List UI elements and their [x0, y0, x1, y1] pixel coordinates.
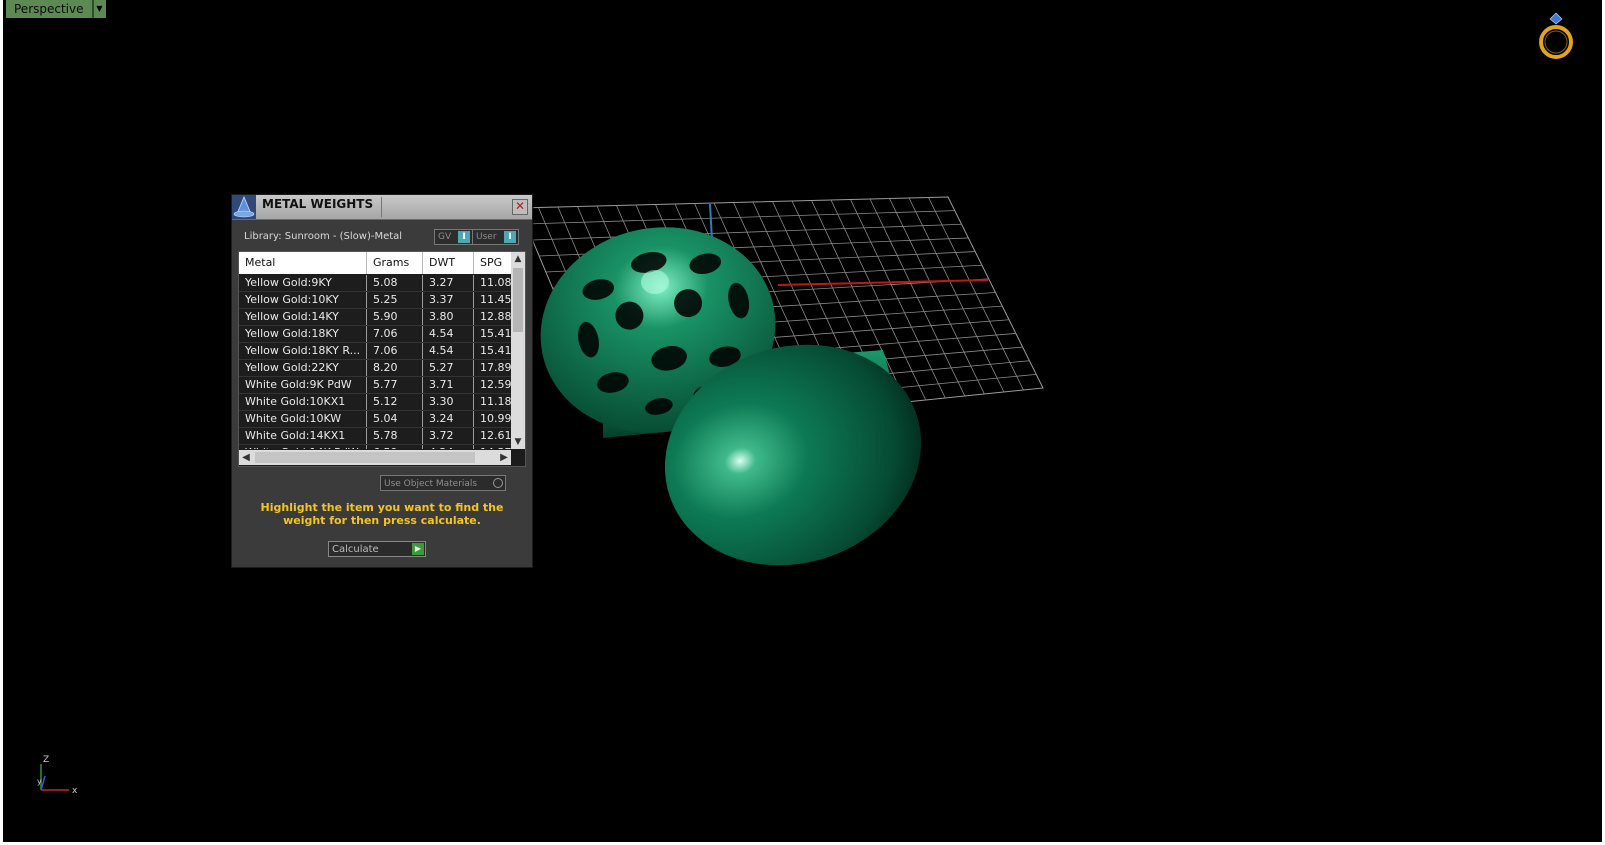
cell-spg: 12.59 — [474, 377, 511, 393]
cell-grams: 5.78 — [367, 428, 423, 444]
scroll-right-icon[interactable]: ▶ — [497, 450, 511, 465]
cell-grams: 5.77 — [367, 377, 423, 393]
cell-dwt: 3.30 — [423, 394, 474, 410]
table-row[interactable]: White Gold:14KX1 5.78 3.72 12.61 — [239, 428, 511, 445]
cell-dwt: 4.24 — [423, 445, 474, 449]
cell-metal: White Gold:14K PdW — [239, 445, 367, 449]
radio-icon[interactable] — [493, 478, 503, 488]
axis-x-label: x — [72, 786, 78, 796]
cell-grams: 7.06 — [367, 326, 423, 342]
metal-weights-dialog[interactable]: METAL WEIGHTS ✕ Library: Sunroom - (Slow… — [231, 194, 533, 568]
table-header: Metal Grams DWT SPG — [239, 252, 511, 274]
user-toggle-label: User — [476, 232, 497, 242]
horizontal-scroll-thumb[interactable] — [255, 452, 475, 463]
cell-metal: Yellow Gold:22KY — [239, 360, 367, 376]
cell-grams: 5.04 — [367, 411, 423, 427]
cell-metal: Yellow Gold:18KY — [239, 326, 367, 342]
table-row[interactable]: Yellow Gold:18KY R... 7.06 4.54 15.41 — [239, 343, 511, 360]
cell-metal: Yellow Gold:10KY — [239, 292, 367, 308]
column-header-spg[interactable]: SPG — [474, 252, 511, 274]
calculate-label: Calculate — [332, 544, 379, 555]
cell-grams: 5.25 — [367, 292, 423, 308]
3d-viewport[interactable]: Perspective ▼ Z y x METAL WEIGHTS ✕ Libr… — [3, 0, 1602, 842]
gv-toggle-label: GV — [438, 232, 452, 242]
gv-toggle-knob[interactable]: I — [458, 231, 470, 243]
scroll-down-icon[interactable]: ▼ — [511, 435, 525, 449]
cell-spg: 15.41 — [474, 343, 511, 359]
cell-metal: Yellow Gold:9KY — [239, 275, 367, 291]
table-row[interactable]: Yellow Gold:18KY 7.06 4.54 15.41 — [239, 326, 511, 343]
axis-triad-icon: Z y x — [37, 755, 78, 796]
gv-toggle[interactable]: GV I — [434, 229, 473, 245]
cell-grams: 5.08 — [367, 275, 423, 291]
grid-line — [525, 210, 955, 225]
cell-metal: Yellow Gold:14KY — [239, 309, 367, 325]
cell-metal: White Gold:14KX1 — [239, 428, 367, 444]
column-header-grams[interactable]: Grams — [367, 252, 423, 274]
cell-grams: 8.20 — [367, 360, 423, 376]
cell-spg: 11.45 — [474, 292, 511, 308]
cell-dwt: 3.72 — [423, 428, 474, 444]
user-toggle[interactable]: User I — [472, 229, 519, 245]
calculate-button[interactable]: Calculate ▶ — [328, 541, 426, 557]
cell-grams: 5.12 — [367, 394, 423, 410]
table-row[interactable]: White Gold:9K PdW 5.77 3.71 12.59 — [239, 377, 511, 394]
cell-grams: 6.59 — [367, 445, 423, 449]
instruction-text: Highlight the item you want to find the … — [260, 501, 504, 527]
table-row[interactable]: White Gold:14K PdW6.594.2414.37 — [239, 445, 511, 449]
horizontal-scrollbar[interactable]: ◀ ▶ — [239, 450, 511, 465]
cell-dwt: 5.27 — [423, 360, 474, 376]
ring-icon[interactable] — [1534, 10, 1578, 60]
cell-dwt: 3.27 — [423, 275, 474, 291]
cell-spg: 14.37 — [474, 445, 511, 449]
cell-spg: 12.61 — [474, 428, 511, 444]
cell-metal: White Gold:10KW — [239, 411, 367, 427]
table-row[interactable]: White Gold:10KW 5.04 3.24 10.99 — [239, 411, 511, 428]
axis-z-label: Z — [43, 755, 49, 765]
cell-metal: Yellow Gold:18KY R... — [239, 343, 367, 359]
cell-spg: 11.18 — [474, 394, 511, 410]
cell-spg: 17.89 — [474, 360, 511, 376]
cell-spg: 12.88 — [474, 309, 511, 325]
cell-grams: 5.90 — [367, 309, 423, 325]
table-row[interactable]: Yellow Gold:9KY 5.08 3.27 11.08 — [239, 275, 511, 292]
metal-table[interactable]: Metal Grams DWT SPG Yellow Gold:9KY 5.08 3… — [238, 251, 526, 467]
cell-dwt: 3.24 — [423, 411, 474, 427]
cell-dwt: 4.54 — [423, 326, 474, 342]
titlebar-divider — [381, 197, 382, 217]
scroll-left-icon[interactable]: ◀ — [239, 450, 253, 465]
cell-spg: 15.41 — [474, 326, 511, 342]
cell-spg: 10.99 — [474, 411, 511, 427]
column-header-dwt[interactable]: DWT — [423, 252, 474, 274]
cell-dwt: 4.54 — [423, 343, 474, 359]
wizard-hat-icon — [232, 195, 256, 219]
cell-dwt: 3.80 — [423, 309, 474, 325]
table-row[interactable]: White Gold:10KX1 5.12 3.30 11.18 — [239, 394, 511, 411]
table-row[interactable]: Yellow Gold:22KY 8.20 5.27 17.89 — [239, 360, 511, 377]
play-icon[interactable]: ▶ — [412, 543, 424, 555]
cell-metal: White Gold:9K PdW — [239, 377, 367, 393]
dialog-titlebar[interactable]: METAL WEIGHTS ✕ — [232, 195, 532, 220]
cell-grams: 7.06 — [367, 343, 423, 359]
user-toggle-knob[interactable]: I — [504, 231, 516, 243]
table-row[interactable]: Yellow Gold:10KY 5.25 3.37 11.45 — [239, 292, 511, 309]
axis-y-label: y — [37, 777, 42, 786]
vertical-scroll-thumb[interactable] — [513, 268, 523, 332]
close-icon[interactable]: ✕ — [512, 199, 528, 215]
cell-spg: 11.08 — [474, 275, 511, 291]
cell-dwt: 3.71 — [423, 377, 474, 393]
dialog-title: METAL WEIGHTS — [262, 197, 374, 211]
table-row[interactable]: Yellow Gold:14KY 5.90 3.80 12.88 — [239, 309, 511, 326]
use-object-materials-label: Use Object Materials — [384, 479, 478, 489]
cell-dwt: 3.37 — [423, 292, 474, 308]
use-object-materials-toggle[interactable]: Use Object Materials — [380, 475, 506, 491]
table-body: Yellow Gold:9KY 5.08 3.27 11.08 Yellow Gold:… — [239, 275, 511, 449]
vertical-scrollbar[interactable]: ▲ ▼ — [511, 252, 525, 449]
cell-metal: White Gold:10KX1 — [239, 394, 367, 410]
scroll-up-icon[interactable]: ▲ — [511, 252, 525, 266]
column-header-metal[interactable]: Metal — [239, 252, 367, 274]
library-label: Library: Sunroom - (Slow)-Metal — [244, 231, 403, 242]
grid-line — [532, 223, 962, 241]
